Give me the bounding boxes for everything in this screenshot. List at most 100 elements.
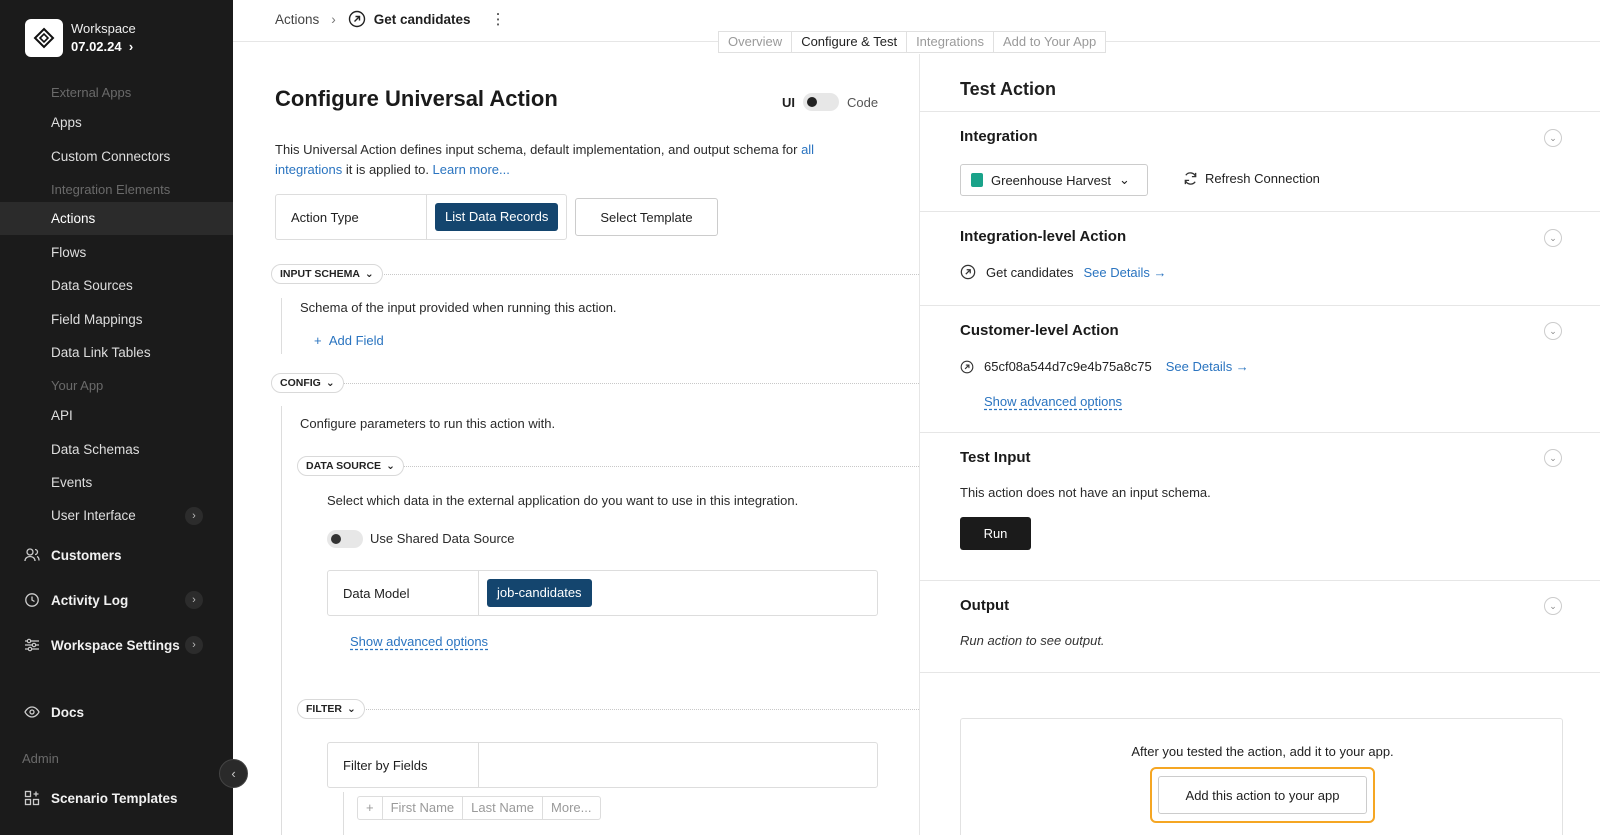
add-field-button[interactable]: + Add Field xyxy=(314,333,384,348)
filter-toggle[interactable]: FILTER ⌄ xyxy=(297,699,365,719)
sidebar-item-user-interface[interactable]: User Interface xyxy=(51,508,136,523)
history-icon xyxy=(25,593,39,607)
section-divider xyxy=(920,672,1600,673)
action-type-select[interactable]: List Data Records xyxy=(435,203,559,231)
sidebar-item-scenario-templates[interactable]: Scenario Templates xyxy=(51,791,178,806)
test-action-title: Test Action xyxy=(960,79,1057,99)
filter-field-chips: + First Name Last Name More... xyxy=(357,796,601,820)
chevron-right-icon[interactable]: › xyxy=(185,507,203,525)
tab-integrations[interactable]: Integrations xyxy=(907,32,994,52)
run-button[interactable]: Run xyxy=(960,517,1031,550)
section-divider xyxy=(920,211,1600,212)
workspace-date: 07.02.24 › xyxy=(71,39,134,54)
greenhouse-icon xyxy=(971,173,983,187)
sidebar: Workspace 07.02.24 › External Apps Apps … xyxy=(0,0,233,835)
action-type-label: Action Type xyxy=(276,195,427,239)
sidebar-item-data-link-tables[interactable]: Data Link Tables xyxy=(51,345,151,360)
mode-code-label: Code xyxy=(847,94,879,110)
use-shared-data-source-label: Use Shared Data Source xyxy=(370,531,515,546)
description: This Universal Action defines input sche… xyxy=(275,142,815,177)
data-source-desc: Select which data in the external applic… xyxy=(327,493,799,508)
sidebar-item-docs[interactable]: Docs xyxy=(51,705,84,720)
breadcrumb-actions-link[interactable]: Actions xyxy=(275,12,319,27)
see-details-link[interactable]: See Details → xyxy=(1083,265,1166,280)
collapse-sidebar-button[interactable]: ‹ xyxy=(219,759,248,788)
plus-icon: + xyxy=(314,333,329,348)
section-your-app: Your App xyxy=(51,378,104,393)
chevron-down-icon: ⌄ xyxy=(1118,172,1130,187)
data-model-field: Data Model job-candidates xyxy=(327,570,878,616)
integration-level-row: Get candidates See Details → xyxy=(960,264,1167,280)
add-action-to-app-button[interactable]: Add this action to your app xyxy=(1158,776,1367,814)
chevron-down-icon[interactable]: ⌄ xyxy=(1544,322,1562,340)
chevron-down-icon: ⌄ xyxy=(325,377,335,389)
page-title: Configure Universal Action xyxy=(275,86,558,111)
tab-bar: Overview Configure & Test Integrations A… xyxy=(718,31,1107,53)
sidebar-item-custom-connectors[interactable]: Custom Connectors xyxy=(51,149,170,164)
add-filter-icon[interactable]: + xyxy=(358,797,383,819)
filter-by-fields-field: Filter by Fields xyxy=(327,742,878,788)
tab-configure-test[interactable]: Configure & Test xyxy=(792,32,908,52)
chevron-right-icon[interactable]: › xyxy=(185,591,203,609)
select-template-button[interactable]: Select Template xyxy=(575,198,718,236)
customer-level-title: Customer-level Action xyxy=(960,322,1119,339)
sidebar-item-activity-log[interactable]: Activity Log xyxy=(51,593,128,608)
chevron-down-icon[interactable]: ⌄ xyxy=(1544,597,1562,615)
chevron-down-icon[interactable]: ⌄ xyxy=(1544,449,1562,467)
more-vertical-icon[interactable]: ⋮ xyxy=(491,10,506,28)
breadcrumb-current: Get candidates xyxy=(373,11,471,27)
sidebar-item-customers[interactable]: Customers xyxy=(51,548,122,563)
input-schema-toggle[interactable]: INPUT SCHEMA ⌄ xyxy=(271,264,383,284)
chip-first-name[interactable]: First Name xyxy=(383,797,464,819)
sidebar-item-field-mappings[interactable]: Field Mappings xyxy=(51,312,143,327)
tree-line xyxy=(281,298,282,354)
refresh-connection-button[interactable]: Refresh Connection xyxy=(1183,171,1320,186)
sidebar-item-events[interactable]: Events xyxy=(51,475,92,490)
sidebar-item-workspace-settings[interactable]: Workspace Settings xyxy=(51,638,180,653)
data-model-label: Data Model xyxy=(328,571,479,615)
action-type-field: Action Type List Data Records xyxy=(275,194,567,240)
tab-add-to-your-app[interactable]: Add to Your App xyxy=(994,32,1105,52)
mode-ui-label: UI xyxy=(782,94,795,110)
integration-level-title: Integration-level Action xyxy=(960,228,1127,245)
integration-select[interactable]: Greenhouse Harvest ⌄ xyxy=(960,164,1148,196)
show-advanced-options-link[interactable]: Show advanced options xyxy=(984,394,1122,409)
data-source-toggle[interactable]: DATA SOURCE ⌄ xyxy=(297,456,404,476)
test-input-title: Test Input xyxy=(960,449,1031,466)
show-advanced-options-link[interactable]: Show advanced options xyxy=(350,634,488,649)
config-desc: Configure parameters to run this action … xyxy=(300,416,556,431)
filter-by-fields-label: Filter by Fields xyxy=(328,743,479,787)
integration-title: Integration xyxy=(960,128,1038,145)
add-to-app-card: After you tested the action, add it to y… xyxy=(960,718,1563,835)
sidebar-item-flows[interactable]: Flows xyxy=(51,245,86,260)
chevron-down-icon[interactable]: ⌄ xyxy=(1544,129,1562,147)
section-divider xyxy=(920,432,1600,433)
section-divider xyxy=(401,466,919,467)
action-icon xyxy=(960,264,976,280)
config-toggle[interactable]: CONFIG ⌄ xyxy=(271,373,344,393)
test-input-desc: This action does not have an input schem… xyxy=(960,485,1211,500)
chevron-down-icon: ⌄ xyxy=(364,268,374,280)
section-divider xyxy=(362,709,919,710)
input-schema-desc: Schema of the input provided when runnin… xyxy=(300,300,617,315)
learn-more-link[interactable]: Learn more... xyxy=(433,162,510,177)
section-divider xyxy=(920,580,1600,581)
chevron-right-icon: › xyxy=(331,11,336,27)
ui-code-toggle[interactable] xyxy=(803,93,839,111)
chevron-down-icon[interactable]: ⌄ xyxy=(1544,229,1562,247)
see-details-link[interactable]: See Details → xyxy=(1166,359,1249,374)
refresh-icon xyxy=(1184,172,1197,185)
sidebar-item-apps[interactable]: Apps xyxy=(51,115,82,130)
chip-last-name[interactable]: Last Name xyxy=(463,797,544,819)
sidebar-item-data-sources[interactable]: Data Sources xyxy=(51,278,133,293)
sidebar-item-data-schemas[interactable]: Data Schemas xyxy=(51,442,140,457)
tab-overview[interactable]: Overview xyxy=(719,32,793,52)
workspace-switcher[interactable]: Workspace 07.02.24 › xyxy=(25,19,136,57)
data-model-select[interactable]: job-candidates xyxy=(487,579,592,607)
tree-line xyxy=(281,406,282,835)
sidebar-item-api[interactable]: API xyxy=(51,408,73,423)
chip-more[interactable]: More... xyxy=(543,797,599,819)
use-shared-data-source-toggle[interactable] xyxy=(327,530,363,548)
sidebar-item-actions[interactable]: Actions xyxy=(51,211,95,226)
chevron-right-icon[interactable]: › xyxy=(185,636,203,654)
